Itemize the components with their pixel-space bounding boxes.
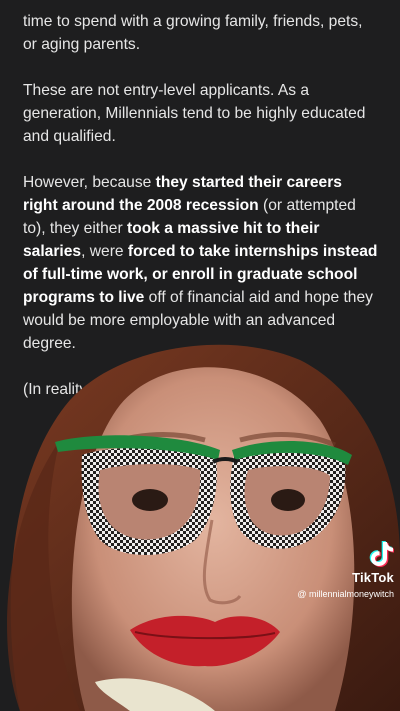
tiktok-logo-icon	[369, 541, 394, 567]
presenter-overlay	[7, 344, 400, 711]
tiktok-handle: @ millennialmoneywitch	[297, 589, 394, 599]
tiktok-watermark: TikTok @ millennialmoneywitch	[297, 540, 394, 599]
tiktok-brand-label: TikTok	[352, 570, 394, 585]
